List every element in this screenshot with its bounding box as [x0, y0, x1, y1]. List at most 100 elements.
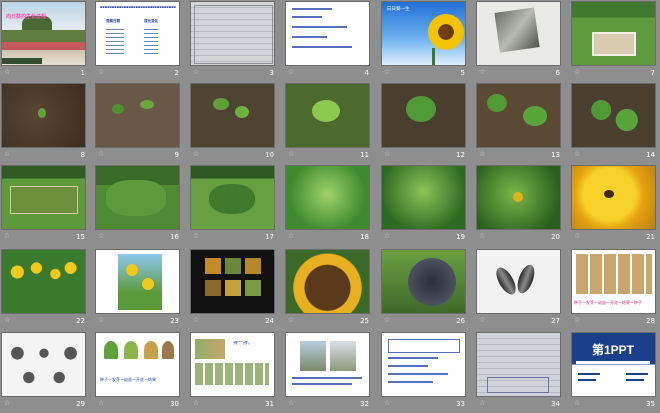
slide-thumbnail-15[interactable]: ☆ 15	[2, 166, 85, 246]
slide-thumbnail-33[interactable]: ☆ 33	[382, 333, 465, 413]
slide-30-star-icon: ☆	[98, 399, 105, 407]
slide-31-star-icon: ☆	[193, 399, 200, 407]
slide-9-number: 9	[174, 151, 179, 159]
slide-2-heading-right: 成长变化	[144, 19, 158, 23]
slide-thumbnail-3[interactable]: ☆ 3	[191, 2, 274, 82]
slide-25-star-icon: ☆	[288, 316, 295, 324]
slide-thumbnail-2[interactable]: ▪▪▪▪▪▪▪▪▪▪▪▪▪▪▪▪▪▪▪▪▪▪▪▪▪▪▪▪▪▪▪▪▪▪▪▪▪▪▪▪…	[96, 2, 179, 82]
slide-thumbnail-13[interactable]: ☆ 13	[477, 84, 560, 164]
slide-11-number: 11	[360, 151, 369, 159]
slide-4-number: 4	[364, 69, 369, 77]
slide-22-number: 22	[76, 317, 85, 325]
slide-thumbnail-18[interactable]: ☆ 18	[286, 166, 369, 246]
slide-thumbnail-9[interactable]: ☆ 9	[96, 84, 179, 164]
slide-28-caption: 种子—发芽—幼苗—开花—结果—种子	[574, 300, 642, 305]
slide-thumbnail-19[interactable]: ☆ 19	[382, 166, 465, 246]
slide-thumbnail-14[interactable]: ☆ 14	[572, 84, 655, 164]
slide-7-preview	[572, 2, 655, 65]
slide-21-preview	[572, 166, 655, 229]
slide-29-star-icon: ☆	[4, 399, 11, 407]
slide-28-star-icon: ☆	[574, 316, 581, 324]
slide-8-number: 8	[80, 151, 85, 159]
slide-31-caption: 排一排。	[233, 341, 254, 346]
slide-26-number: 26	[456, 317, 465, 325]
slide-18-preview	[286, 166, 369, 229]
slide-thumbnail-10[interactable]: ☆ 10	[191, 84, 274, 164]
slide-16-number: 16	[170, 233, 179, 241]
slide-thumbnail-22[interactable]: ☆ 22	[2, 250, 85, 330]
slide-34-star-icon: ☆	[479, 399, 486, 407]
slide-thumbnail-11[interactable]: ☆ 11	[286, 84, 369, 164]
slide-thumbnail-4[interactable]: ☆ 4	[286, 2, 369, 82]
slide-thumbnail-28[interactable]: 种子—发芽—幼苗—开花—结果—种子 ☆ 28	[572, 250, 655, 330]
slide-thumbnail-29[interactable]: ☆ 29	[2, 333, 85, 413]
slide-27-star-icon: ☆	[479, 316, 486, 324]
slide-thumbnail-34[interactable]: ☆ 34	[477, 333, 560, 413]
slide-9-star-icon: ☆	[98, 150, 105, 158]
slide-20-preview	[477, 166, 560, 229]
slide-27-number: 27	[551, 317, 560, 325]
slide-3-preview	[191, 2, 274, 65]
slide-14-preview	[572, 84, 655, 147]
slide-thumbnail-23[interactable]: ☆ 23	[96, 250, 179, 330]
slide-thumbnail-16[interactable]: ☆ 16	[96, 166, 179, 246]
slide-21-number: 21	[646, 233, 655, 241]
slide-3-number: 3	[269, 69, 274, 77]
slide-thumbnail-20[interactable]: ☆ 20	[477, 166, 560, 246]
slide-35-logo: 第1PPT	[592, 343, 635, 357]
slide-17-preview	[191, 166, 274, 229]
slide-26-preview	[382, 250, 465, 313]
slide-31-preview: 排一排。	[191, 333, 274, 396]
slide-thumbnail-25[interactable]: ☆ 25	[286, 250, 369, 330]
slide-12-preview	[382, 84, 465, 147]
slide-24-number: 24	[265, 317, 274, 325]
slide-4-preview	[286, 2, 369, 65]
slide-thumbnail-17[interactable]: ☆ 17	[191, 166, 274, 246]
slide-thumbnail-31[interactable]: 排一排。 ☆ 31	[191, 333, 274, 413]
slide-12-number: 12	[456, 151, 465, 159]
slide-22-preview	[2, 250, 85, 313]
slide-7-number: 7	[650, 69, 655, 77]
slide-14-number: 14	[646, 151, 655, 159]
slide-35-number: 35	[646, 400, 655, 408]
slide-6-preview	[477, 2, 560, 65]
slide-thumbnail-30[interactable]: 种子—发芽—幼苗—开花—结果 ☆ 30	[96, 333, 179, 413]
slide-thumbnail-26[interactable]: ☆ 26	[382, 250, 465, 330]
slide-33-preview	[382, 333, 465, 396]
slide-23-preview	[96, 250, 179, 313]
slide-thumbnail-12[interactable]: ☆ 12	[382, 84, 465, 164]
slide-12-star-icon: ☆	[384, 150, 391, 158]
slide-10-number: 10	[265, 151, 274, 159]
slide-thumbnail-21[interactable]: ☆ 21	[572, 166, 655, 246]
slide-1-star-icon: ☆	[4, 68, 11, 76]
slide-17-number: 17	[265, 233, 274, 241]
slide-23-star-icon: ☆	[98, 316, 105, 324]
slide-25-preview	[286, 250, 369, 313]
slide-thumbnail-32[interactable]: ☆ 32	[286, 333, 369, 413]
slide-10-star-icon: ☆	[193, 150, 200, 158]
slide-28-preview: 种子—发芽—幼苗—开花—结果—种子	[572, 250, 655, 313]
slide-11-star-icon: ☆	[288, 150, 295, 158]
slide-30-preview: 种子—发芽—幼苗—开花—结果	[96, 333, 179, 396]
slide-21-star-icon: ☆	[574, 232, 581, 240]
slide-thumbnail-8[interactable]: ☆ 8	[2, 84, 85, 164]
slide-thumbnail-6[interactable]: ☆ 6	[477, 2, 560, 82]
slide-20-number: 20	[551, 233, 560, 241]
slide-18-number: 18	[360, 233, 369, 241]
slide-16-preview	[96, 166, 179, 229]
slide-thumbnail-1[interactable]: 向日葵的生长过程 ☆ 1	[2, 2, 85, 82]
slide-24-preview	[191, 250, 274, 313]
slide-thumbnail-27[interactable]: ☆ 27	[477, 250, 560, 330]
slide-8-star-icon: ☆	[4, 150, 11, 158]
slide-2-star-icon: ☆	[98, 68, 105, 76]
slide-thumbnail-5[interactable]: 向日葵一生 ☆ 5	[382, 2, 465, 82]
slide-thumbnail-7[interactable]: ☆ 7	[572, 2, 655, 82]
slide-29-preview	[2, 333, 85, 396]
slide-20-star-icon: ☆	[479, 232, 486, 240]
slide-thumbnail-35[interactable]: 第1PPT ☆ 35	[572, 333, 655, 413]
slide-7-star-icon: ☆	[574, 68, 581, 76]
slide-28-number: 28	[646, 317, 655, 325]
slide-3-star-icon: ☆	[193, 68, 200, 76]
slide-thumbnail-24[interactable]: ☆ 24	[191, 250, 274, 330]
slide-1-title: 向日葵的生长过程	[6, 14, 47, 20]
